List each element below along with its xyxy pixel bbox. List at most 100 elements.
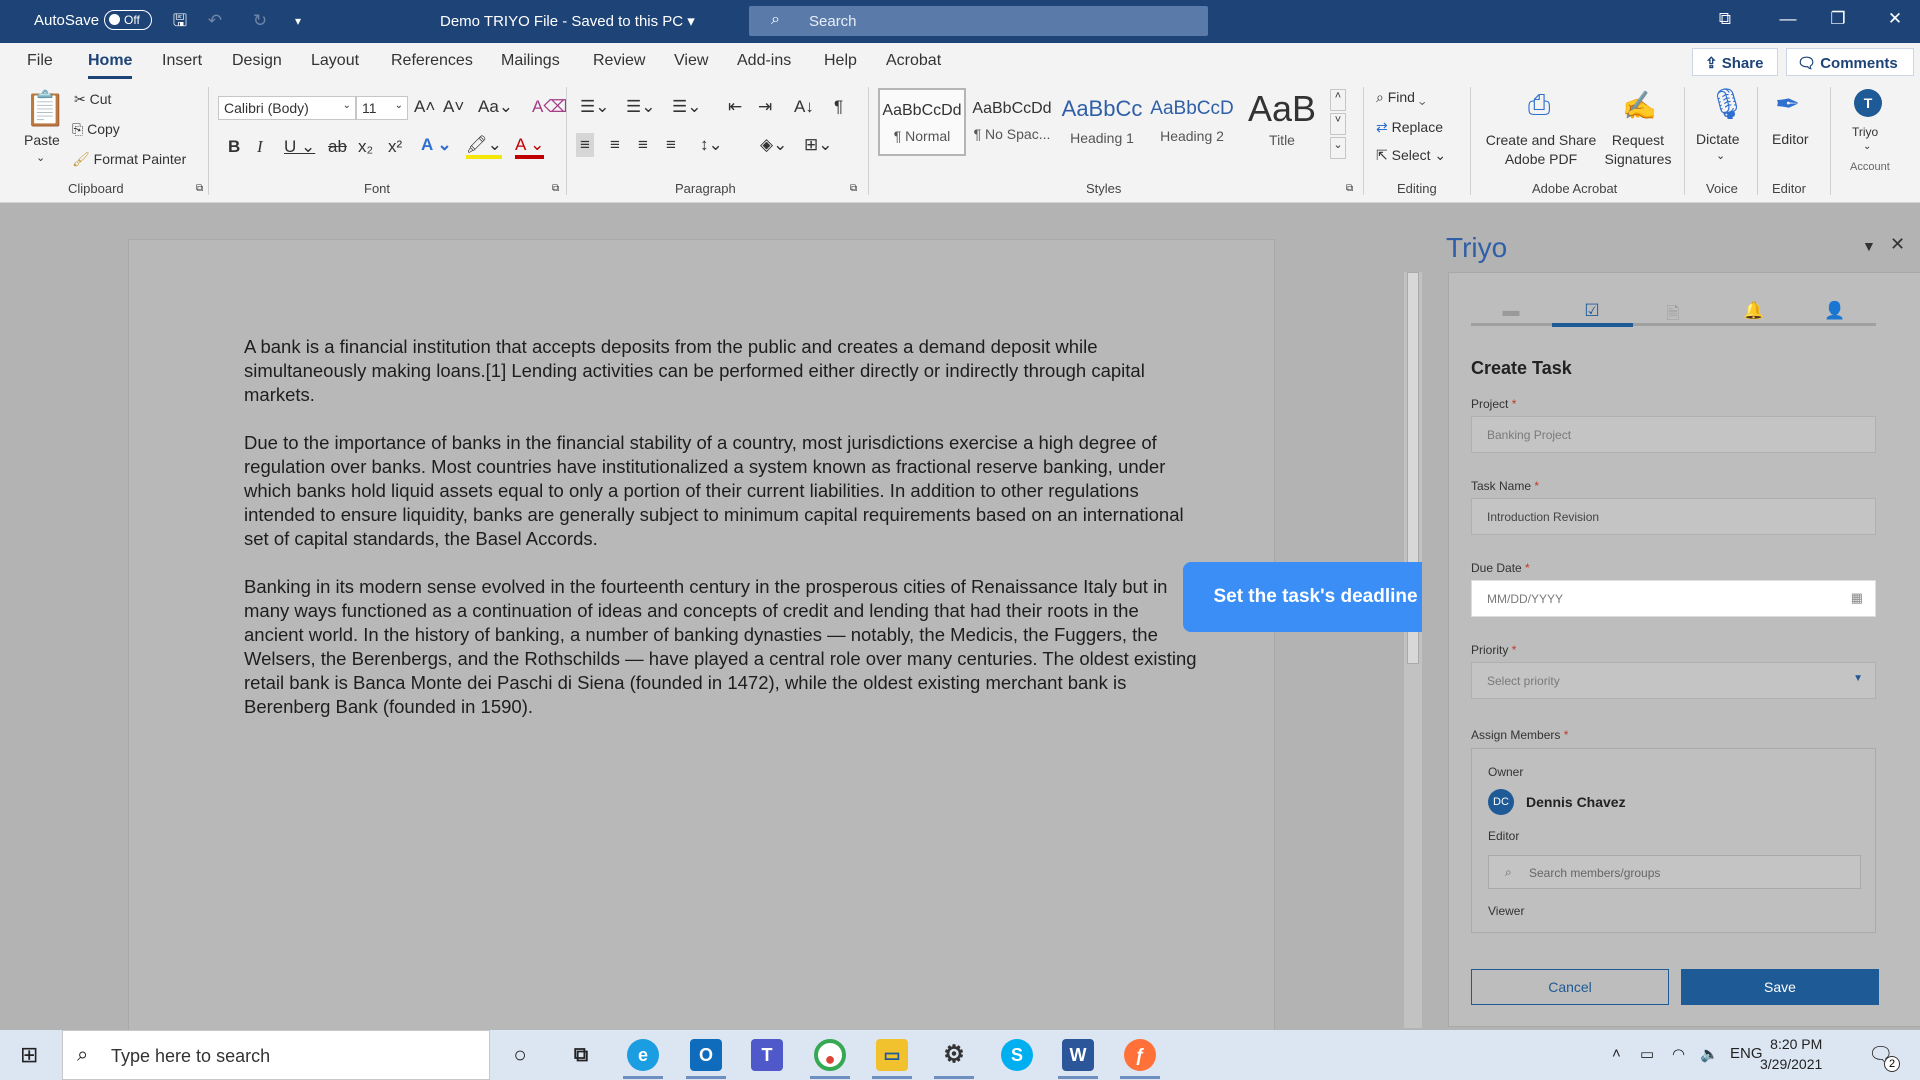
share-button[interactable]: ⇪ Share [1692,48,1778,76]
tab-add-ins[interactable]: Add-ins [737,52,791,70]
style-heading-1[interactable]: AaBbCc Heading 1 [1058,88,1146,156]
taskbar-search[interactable]: ⌕ Type here to search [62,1030,490,1080]
skype-icon[interactable]: S [1001,1039,1033,1071]
paste-icon[interactable]: 📋 [24,89,66,129]
tab-review[interactable]: Review [593,52,645,70]
bullets-icon[interactable]: ☰⌄ [580,97,609,117]
ribbon-display-icon[interactable]: ⧉ [1710,9,1740,29]
notifications-tab-icon[interactable]: 🔔 [1714,301,1794,321]
clipboard-launcher-icon[interactable]: ⧉ [196,183,203,194]
close-icon[interactable]: ✕ [1880,9,1910,29]
dictate-dropdown-icon[interactable]: ⌄ [1716,149,1725,162]
text-effects-icon[interactable]: A ⌄ [421,135,452,155]
shading-icon[interactable]: ◈⌄ [760,135,787,155]
paragraph-3[interactable]: Banking in its modern sense evolved in t… [244,575,1199,719]
microphone-icon[interactable]: 🎙 [1708,87,1746,122]
sort-icon[interactable]: A↓ [794,97,814,117]
calendar-icon[interactable]: ▦ [1851,590,1863,606]
firefox-icon[interactable]: ƒ [1124,1039,1156,1071]
save-button[interactable]: Save [1681,969,1879,1005]
copy-button[interactable]: ⎘ Copy [72,121,120,138]
show-marks-icon[interactable]: ¶ [834,97,843,117]
increase-indent-icon[interactable]: ⇥ [758,97,772,117]
teams-icon[interactable]: T [751,1039,783,1071]
styles-launcher-icon[interactable]: ⧉ [1346,183,1353,194]
italic-icon[interactable]: I [257,137,263,157]
borders-icon[interactable]: ⊞⌄ [804,135,833,155]
battery-icon[interactable]: ▭ [1640,1045,1654,1063]
styles-scroll-up-icon[interactable]: ˄ [1330,89,1346,111]
due-date-field[interactable]: MM/DD/YYYY ▦ [1471,580,1876,617]
priority-select[interactable]: Select priority ▼ [1471,662,1876,699]
folder-tab-icon[interactable]: ▬ [1471,301,1551,321]
create-share-pdf-button[interactable]: Create and Share Adobe PDF [1485,131,1597,169]
tab-mailings[interactable]: Mailings [501,52,560,70]
project-field[interactable]: Banking Project [1471,416,1876,453]
task-tab-icon[interactable]: ☑ [1552,301,1632,321]
tab-file[interactable]: File [27,52,53,70]
style-no-spacing[interactable]: AaBbCcDd ¶ No Spac... [968,88,1056,156]
tab-references[interactable]: References [391,52,473,70]
task-view-icon[interactable]: ⧉ [565,1039,597,1071]
profile-tab-icon[interactable]: 👤 [1795,301,1875,321]
cancel-button[interactable]: Cancel [1471,969,1669,1005]
tab-insert[interactable]: Insert [162,52,202,70]
request-signatures-button[interactable]: Request Signatures [1603,131,1673,169]
paste-button[interactable]: Paste [24,132,60,148]
editor-pen-icon[interactable]: ✒ [1775,87,1800,122]
tab-home[interactable]: Home [88,52,133,79]
volume-icon[interactable]: 🔈 [1700,1045,1719,1063]
superscript-icon[interactable]: x² [388,137,402,157]
styles-scroll-down-icon[interactable]: ˅ [1330,113,1346,135]
paragraph-launcher-icon[interactable]: ⧉ [850,183,857,194]
triyo-account-button[interactable]: Triyo [1852,125,1878,139]
search-box[interactable]: ⌕ Search [749,6,1208,36]
edge-icon[interactable]: e [627,1039,659,1071]
document-body[interactable]: A bank is a financial institution that a… [244,335,1199,743]
clear-formatting-icon[interactable]: A⌫ [532,97,567,117]
document-page[interactable]: A bank is a financial institution that a… [128,239,1275,1039]
tab-help[interactable]: Help [824,52,857,70]
minimize-icon[interactable]: — [1773,9,1803,29]
file-explorer-icon[interactable]: ▭ [876,1039,908,1071]
account-dropdown-icon[interactable]: ⌄ [1863,141,1871,152]
replace-button[interactable]: ⇄ Replace [1376,119,1443,136]
comments-button[interactable]: 🗨 Comments [1786,48,1914,76]
wifi-icon[interactable]: ◠ [1672,1045,1685,1063]
decrease-indent-icon[interactable]: ⇤ [728,97,742,117]
align-right-icon[interactable]: ≡ [638,135,648,155]
align-left-icon[interactable]: ≡ [576,133,594,157]
underline-icon[interactable]: U ⌄ [284,137,315,157]
save-icon[interactable]: 🖫 [170,11,190,31]
tab-layout[interactable]: Layout [311,52,359,70]
font-color-icon[interactable]: A ⌄ [515,135,545,159]
paragraph-1[interactable]: A bank is a financial institution that a… [244,335,1199,407]
font-launcher-icon[interactable]: ⧉ [552,183,559,194]
tab-design[interactable]: Design [232,52,282,70]
justify-icon[interactable]: ≡ [666,135,676,155]
outlook-icon[interactable]: O [690,1039,722,1071]
bold-icon[interactable]: B [228,137,240,157]
change-case-icon[interactable]: Aa⌄ [478,97,513,117]
redo-icon[interactable]: ↻ [250,11,270,31]
paragraph-2[interactable]: Due to the importance of banks in the fi… [244,431,1199,551]
find-button[interactable]: ⌕ Find ⌄ [1376,89,1425,106]
create-pdf-icon[interactable]: ⎙ [1528,89,1550,122]
pane-options-icon[interactable]: ▼ [1862,238,1876,254]
numbering-icon[interactable]: ☰⌄ [626,97,655,117]
word-icon[interactable]: W [1062,1039,1094,1071]
editor-button[interactable]: Editor [1772,131,1809,147]
member-search-input[interactable]: ⌕ Search members/groups [1488,855,1861,889]
dictate-button[interactable]: Dictate [1696,131,1740,147]
pane-close-icon[interactable]: ✕ [1890,234,1905,255]
request-signatures-icon[interactable]: ✍ [1622,89,1657,122]
font-name-select[interactable]: Calibri (Body) ⌄ [218,96,356,120]
format-painter-button[interactable]: 🖌 Format Painter [72,151,186,168]
autosave-toggle[interactable]: Off [104,10,152,30]
align-center-icon[interactable]: ≡ [610,135,620,155]
styles-more-icon[interactable]: ⌄ [1330,137,1346,159]
shrink-font-icon[interactable]: A˅ [443,97,464,117]
clock[interactable]: 8:20 PM 3/29/2021 [1760,1034,1822,1074]
strikethrough-icon[interactable]: ab [328,137,347,157]
triyo-logo-icon[interactable]: T [1854,89,1882,117]
